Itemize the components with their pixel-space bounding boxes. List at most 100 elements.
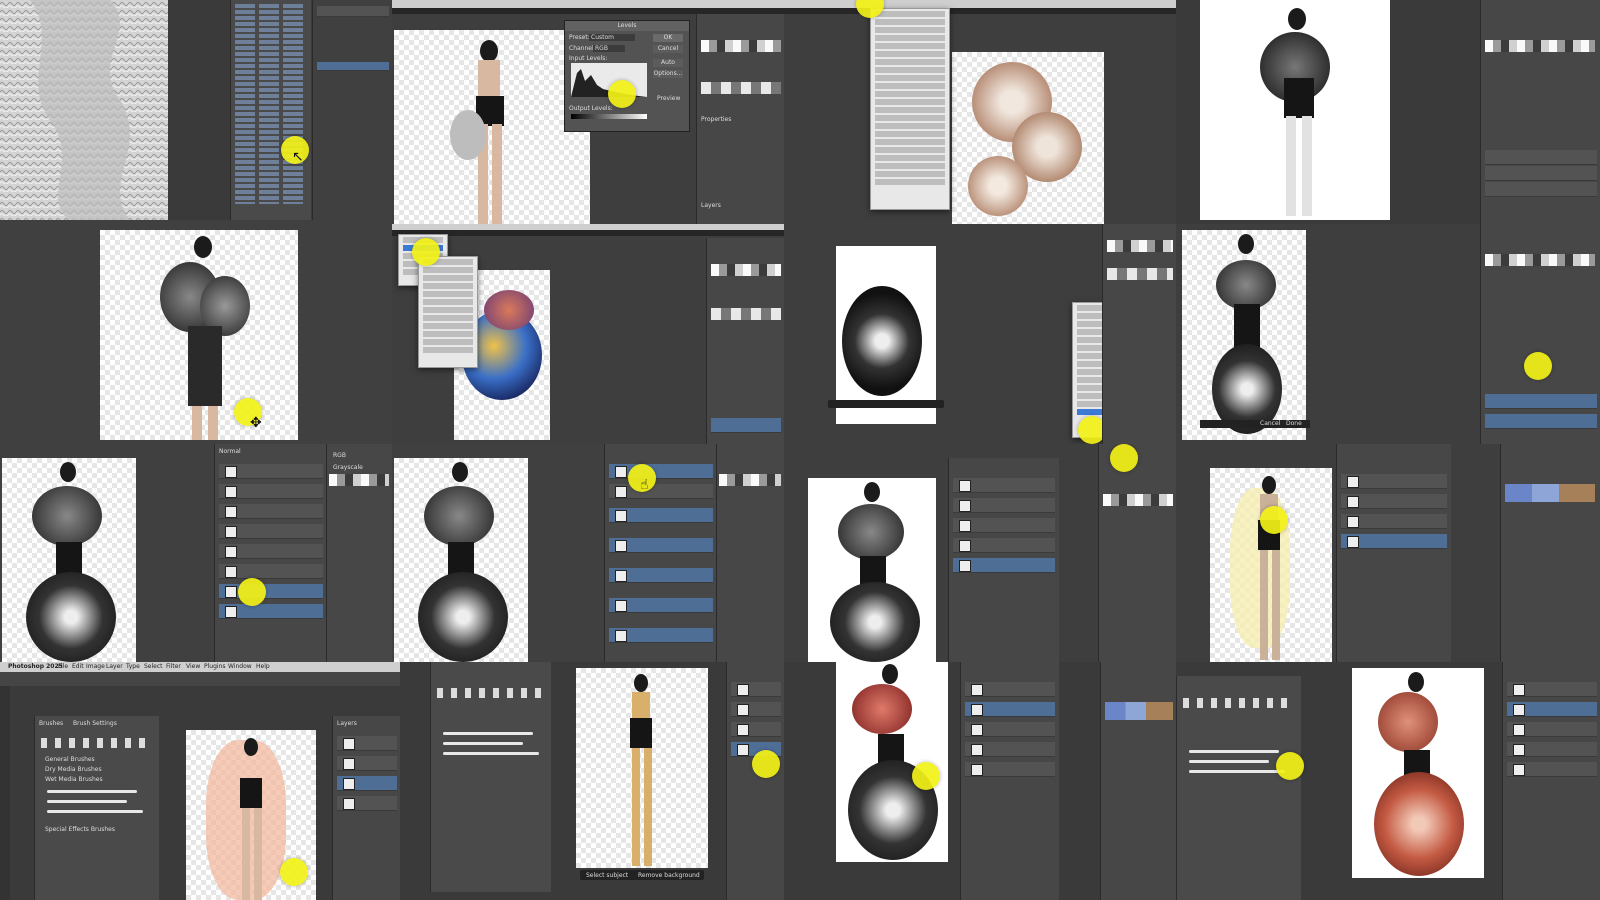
tile-context-menu xyxy=(784,224,1176,444)
brushes-panel: Brushes Brush Settings General Brushes D… xyxy=(34,716,159,900)
image-menu[interactable]: Image xyxy=(86,663,105,670)
layer-row[interactable] xyxy=(219,504,323,519)
swatches-panel[interactable] xyxy=(701,40,781,52)
menu-bar[interactable]: Photoshop 2025 File Edit Image Layer Typ… xyxy=(0,662,400,672)
view-menu[interactable]: View xyxy=(186,663,200,670)
swatches-panel[interactable] xyxy=(1103,494,1173,506)
brush-presets[interactable] xyxy=(1183,698,1293,708)
toolbar[interactable] xyxy=(0,686,10,900)
file-menu[interactable]: File xyxy=(58,663,68,670)
blend-mode-dropdown[interactable]: Normal xyxy=(219,448,241,455)
tile-layers-effects: ☝ xyxy=(392,444,784,662)
filter-thumbs[interactable] xyxy=(235,4,307,204)
right-panels xyxy=(1480,0,1600,224)
swatches-panel[interactable] xyxy=(719,474,781,486)
layer-row[interactable] xyxy=(609,484,713,499)
filter-menu[interactable]: Filter xyxy=(166,663,181,670)
swatches-panel[interactable] xyxy=(711,264,781,276)
tile-layer-menu xyxy=(784,0,1176,224)
swatches-panel[interactable] xyxy=(1485,40,1595,52)
dialog-title: Levels xyxy=(565,21,689,31)
grayscale-item[interactable]: Grayscale xyxy=(333,464,363,471)
contextual-task-bar[interactable] xyxy=(828,400,944,408)
window-menu[interactable]: Window xyxy=(228,663,252,670)
layer-row[interactable] xyxy=(219,524,323,539)
properties-tab[interactable]: Properties xyxy=(701,116,731,123)
layer-row-selected[interactable] xyxy=(219,584,323,599)
edit-menu[interactable]: Edit xyxy=(72,663,84,670)
click-highlight xyxy=(608,80,636,108)
brush-settings-tab[interactable]: Brush Settings xyxy=(73,720,117,727)
brush-group-dry[interactable]: Dry Media Brushes xyxy=(45,766,102,773)
brush-group-general[interactable]: General Brushes xyxy=(45,756,95,763)
bw-cluster xyxy=(842,286,922,396)
preset-dropdown[interactable]: Custom xyxy=(589,34,635,41)
brushes-panel xyxy=(1176,676,1301,900)
document-tabs[interactable] xyxy=(784,8,1176,14)
layers-tab[interactable]: Layers xyxy=(701,202,721,209)
remove-background-button[interactable]: Remove background xyxy=(638,872,700,879)
layer-row-selected[interactable] xyxy=(609,568,713,583)
layer-row-selected[interactable] xyxy=(609,628,713,643)
done-button[interactable]: Done xyxy=(1286,420,1302,427)
canvas xyxy=(808,478,936,662)
brush-presets[interactable] xyxy=(41,738,151,748)
layer-row-selected[interactable] xyxy=(219,604,323,619)
rgb-item[interactable]: RGB xyxy=(333,452,346,459)
brush-presets[interactable] xyxy=(437,688,545,698)
swatches-panel[interactable] xyxy=(1107,240,1173,252)
tile-yellow-paint xyxy=(1176,444,1600,662)
click-highlight xyxy=(1276,752,1304,780)
contextual-task-bar[interactable]: Select subject Remove background xyxy=(580,870,704,880)
model-figure xyxy=(1246,476,1296,662)
model-figure xyxy=(450,40,530,224)
select-menu[interactable]: Select xyxy=(144,663,163,670)
move-cursor-icon: ✥ xyxy=(250,415,262,431)
help-menu[interactable]: Help xyxy=(256,663,270,670)
layers-tab[interactable]: Layers xyxy=(337,720,357,727)
options-button[interactable]: Options... xyxy=(653,70,683,78)
swatches-panel[interactable] xyxy=(1485,254,1595,266)
layer-row[interactable] xyxy=(219,564,323,579)
preview-checkbox[interactable]: Preview xyxy=(657,95,680,102)
layer-row[interactable] xyxy=(219,464,323,479)
pointer-icon: ↖ xyxy=(292,149,304,165)
brush-group-wet[interactable]: Wet Media Brushes xyxy=(45,776,103,783)
channel-dropdown[interactable]: RGB xyxy=(593,45,625,52)
filter-gallery-list[interactable] xyxy=(230,0,311,220)
layer-menu[interactable] xyxy=(870,8,950,210)
transform-bar[interactable]: Cancel Done xyxy=(1200,420,1310,428)
layer-row[interactable] xyxy=(219,484,323,499)
layer-row-selected[interactable] xyxy=(609,598,713,613)
layer-row-selected[interactable] xyxy=(609,464,713,479)
canvas xyxy=(394,458,528,662)
layers-panel xyxy=(1502,662,1600,900)
right-panels: Properties Layers xyxy=(696,14,784,224)
menu-bar[interactable] xyxy=(784,0,1176,8)
layer-row-selected[interactable] xyxy=(609,508,713,523)
ok-button[interactable]: OK xyxy=(653,34,683,42)
brush-group-special[interactable]: Special Effects Brushes xyxy=(45,826,115,833)
swatches-panel[interactable] xyxy=(329,474,389,486)
output-levels-label: Output Levels: xyxy=(569,105,613,112)
cancel-button[interactable]: Cancel xyxy=(1260,420,1280,427)
layer-row-selected[interactable] xyxy=(609,538,713,553)
layer-row[interactable] xyxy=(219,544,323,559)
app-menu[interactable]: Photoshop 2025 xyxy=(8,663,63,670)
swatch-tiles[interactable] xyxy=(1505,484,1595,502)
swatch-tiles[interactable] xyxy=(1105,702,1173,720)
type-menu[interactable]: Type xyxy=(126,663,140,670)
brushes-tab[interactable]: Brushes xyxy=(39,720,63,727)
select-subject-button[interactable]: Select subject xyxy=(586,872,628,879)
output-levels-slider[interactable] xyxy=(571,114,647,119)
cancel-button[interactable]: Cancel xyxy=(653,45,683,53)
document-tabs[interactable] xyxy=(392,230,784,236)
layer-menu[interactable]: Layer xyxy=(106,663,123,670)
menu-bar[interactable] xyxy=(392,0,784,8)
auto-button[interactable]: Auto xyxy=(653,59,683,67)
options-bar[interactable] xyxy=(0,672,400,686)
tile-red-tint xyxy=(784,662,1176,900)
plugins-menu[interactable]: Plugins xyxy=(204,663,226,670)
adjustments-submenu[interactable] xyxy=(418,256,478,368)
model-figure xyxy=(228,738,278,900)
